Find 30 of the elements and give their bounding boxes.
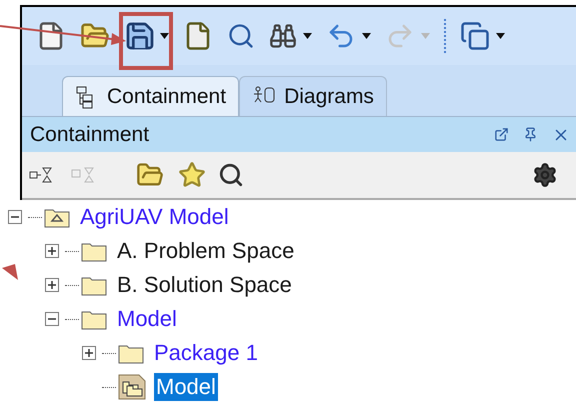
caret-icon[interactable]: [496, 33, 505, 39]
expand-icon[interactable]: [45, 244, 59, 258]
tab[interactable]: Containment: [62, 76, 240, 116]
binoculars-icon[interactable]: [269, 22, 297, 50]
star-icon[interactable]: [178, 161, 206, 189]
annotation-highlight: [119, 12, 173, 70]
search-icon[interactable]: [218, 162, 244, 188]
tree-item[interactable]: Package 1: [152, 339, 260, 367]
save-icon[interactable]: [124, 20, 156, 52]
tree-item[interactable]: AgriUAV Model: [78, 203, 231, 231]
tab[interactable]: Diagrams: [239, 76, 387, 116]
tree-item[interactable]: Model: [115, 305, 179, 333]
print-preview-icon[interactable]: [227, 22, 255, 50]
expand-icon[interactable]: [45, 278, 59, 292]
settings-icon[interactable]: [532, 162, 558, 188]
collapse-icon[interactable]: [45, 312, 59, 326]
pin-icon[interactable]: [523, 127, 538, 142]
caret-icon[interactable]: [160, 33, 169, 39]
tree-item[interactable]: Model: [154, 373, 218, 401]
tree-item[interactable]: B. Solution Space: [115, 271, 294, 299]
collapse-icon[interactable]: [8, 210, 22, 224]
float-icon[interactable]: [494, 127, 509, 142]
copy-icon[interactable]: [460, 21, 490, 51]
panel-title: Containment: [30, 122, 150, 148]
expand-icon[interactable]: [82, 346, 96, 360]
model-element-icon: [118, 374, 146, 400]
caret-icon[interactable]: [362, 33, 371, 39]
annotation-arrowhead: [2, 264, 18, 280]
tree-item[interactable]: A. Problem Space: [115, 237, 296, 265]
caret-icon[interactable]: [303, 33, 312, 39]
